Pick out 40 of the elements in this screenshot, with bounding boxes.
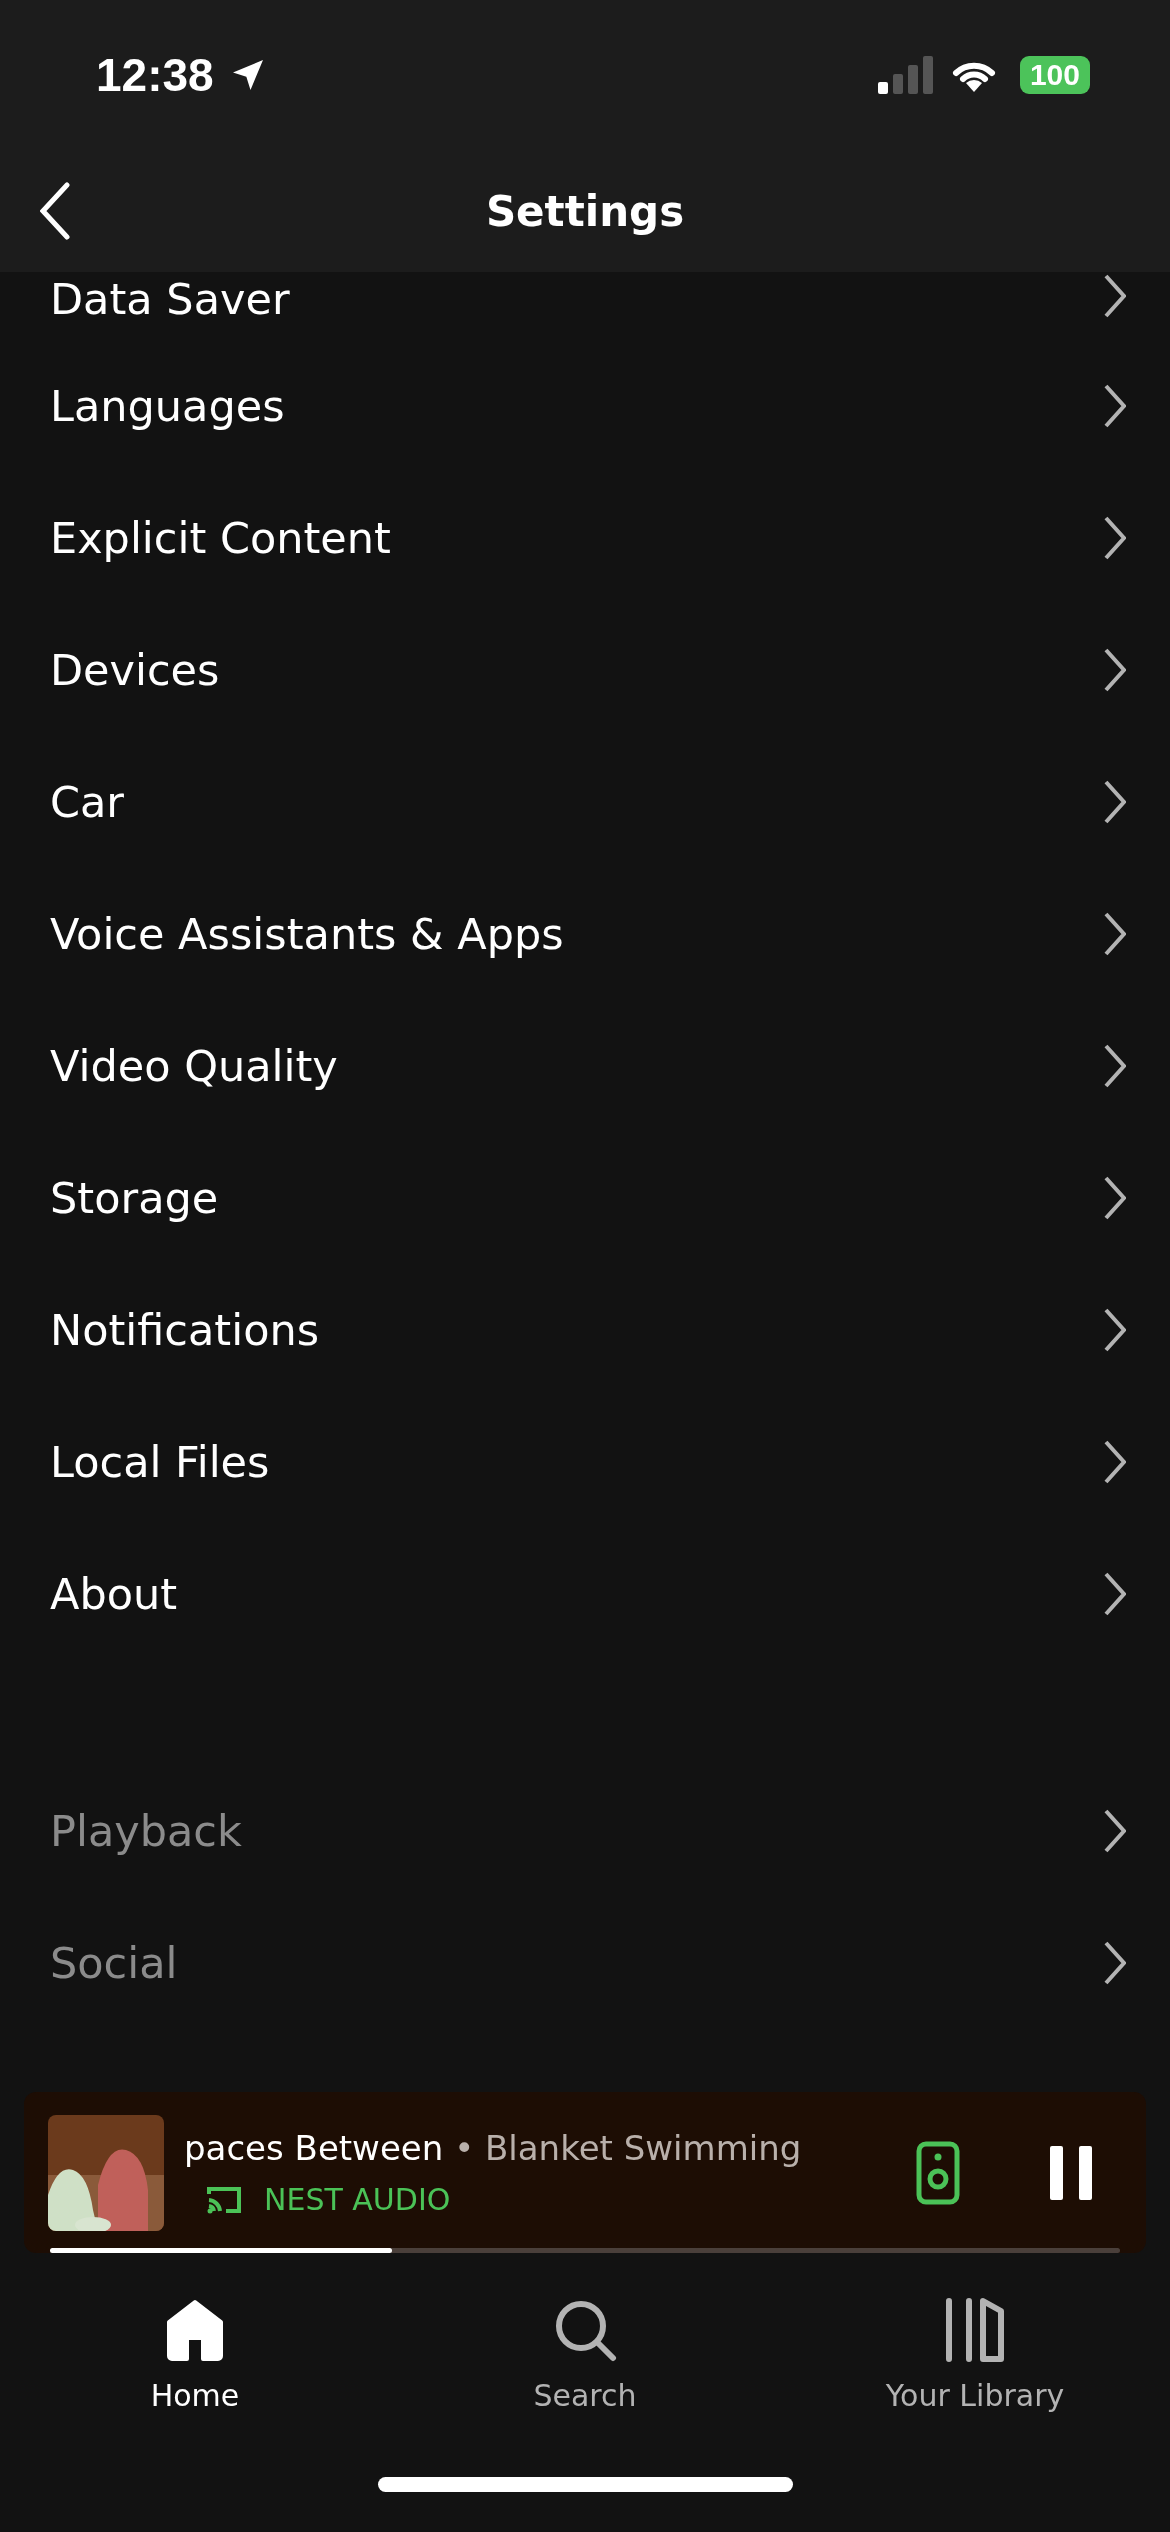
library-icon xyxy=(943,2298,1007,2362)
chevron-icon xyxy=(1104,1044,1126,1088)
settings-item[interactable]: Explicit Content xyxy=(0,472,1170,604)
chevron-icon xyxy=(1104,912,1126,956)
screen-title: Settings xyxy=(485,186,685,236)
settings-item[interactable]: Data Saver xyxy=(0,272,1170,340)
settings-item[interactable]: Devices xyxy=(0,604,1170,736)
signal-icon xyxy=(877,56,934,94)
speaker-icon[interactable] xyxy=(916,2140,960,2205)
chevron-icon xyxy=(1104,1809,1126,1853)
settings-item[interactable]: About xyxy=(0,1528,1170,1660)
back-icon[interactable] xyxy=(40,182,70,240)
tab[interactable]: Home xyxy=(0,2298,390,2532)
chevron-icon xyxy=(1104,274,1126,318)
tab[interactable]: Your Library xyxy=(780,2298,1170,2532)
pause-icon[interactable] xyxy=(1048,2143,1094,2202)
chevron-icon xyxy=(1104,384,1126,428)
status-time: 12:38 xyxy=(96,48,214,102)
chevron-icon xyxy=(1104,780,1126,824)
device-name: NEST AUDIO xyxy=(264,2182,451,2217)
settings-item[interactable]: Voice Assistants & Apps xyxy=(0,868,1170,1000)
settings-item[interactable]: Languages xyxy=(0,340,1170,472)
cast-icon xyxy=(206,2185,242,2214)
settings-item[interactable]: Video Quality xyxy=(0,1000,1170,1132)
search-icon xyxy=(553,2298,617,2362)
chevron-icon xyxy=(1104,516,1126,560)
chevron-icon xyxy=(1104,648,1126,692)
settings-item[interactable]: Local Files xyxy=(0,1396,1170,1528)
tab[interactable]: Search xyxy=(390,2298,780,2532)
chevron-icon xyxy=(1104,1308,1126,1352)
chevron-icon xyxy=(1104,1941,1126,1985)
settings-item[interactable]: Notifications xyxy=(0,1264,1170,1396)
settings-item[interactable]: Car xyxy=(0,736,1170,868)
chevron-icon xyxy=(1104,1440,1126,1484)
now-playing-bar[interactable]: paces Between • Blanket Swimming NEST AUDIO xyxy=(24,2092,1146,2253)
settings-item[interactable]: Storage xyxy=(0,1132,1170,1264)
battery-indicator: 100 xyxy=(1019,56,1090,94)
chevron-icon xyxy=(1104,1572,1126,1616)
chevron-icon xyxy=(1104,1176,1126,1220)
track-title: paces Between • Blanket Swimming xyxy=(184,2128,803,2168)
